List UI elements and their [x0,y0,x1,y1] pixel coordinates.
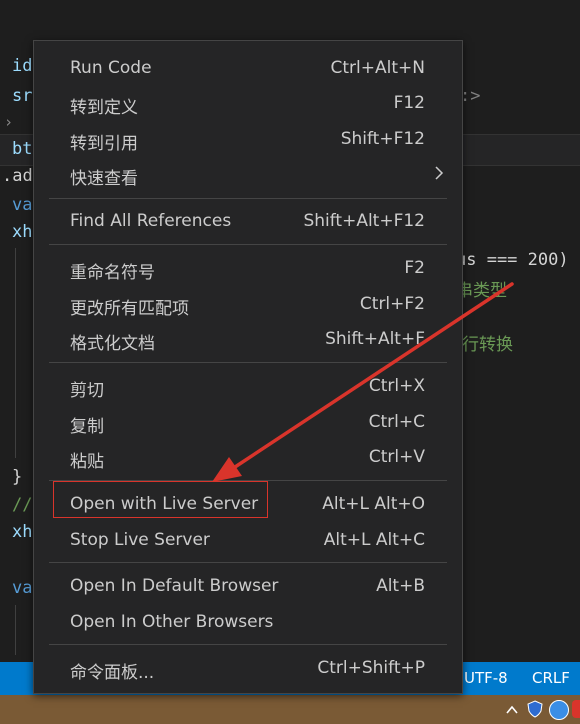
menu-item-label: Run Code [70,58,152,78]
status-encoding[interactable]: UTF-8 [464,662,508,695]
chevron-right-icon [435,166,444,180]
code-fragment: us === 200) [456,250,569,270]
menu-item-cut[interactable]: 剪切 Ctrl+X [34,369,462,403]
menu-item-run-code[interactable]: Run Code Ctrl+Alt+N [34,51,462,85]
menu-item-shortcut: Ctrl+X [368,376,425,396]
code-fragment: .ad [2,166,33,186]
menu-item-open-in-other-browsers[interactable]: Open In Other Browsers [34,605,462,639]
menu-separator [49,562,447,563]
menu-item-shortcut: Shift+Alt+F [325,329,425,349]
menu-item-find-all-references[interactable]: Find All References Shift+Alt+F12 [34,204,462,238]
chevron-up-icon[interactable] [506,705,518,715]
menu-item-rename-symbol[interactable]: 重命名符号 F2 [34,251,462,285]
menu-item-command-palette[interactable]: 命令面板... Ctrl+Shift+P [34,651,462,685]
menu-item-copy[interactable]: 复制 Ctrl+C [34,405,462,439]
menu-separator [49,644,447,645]
menu-item-shortcut: Ctrl+Alt+N [330,58,425,78]
menu-item-format-document[interactable]: 格式化文档 Shift+Alt+F [34,322,462,356]
menu-separator [49,198,447,199]
menu-item-label: 粘贴 [70,452,104,472]
code-fragment: :> [460,86,481,106]
os-taskbar [0,695,580,724]
menu-item-shortcut: Shift+F12 [340,129,425,149]
code-fragment: } [12,467,23,487]
code-fragment: va [12,195,33,215]
code-fragment: // [12,495,33,515]
menu-item-label: 转到定义 [70,98,138,118]
menu-item-open-in-default-browser[interactable]: Open In Default Browser Alt+B [34,569,462,603]
menu-item-label: 快速查看 [70,169,138,189]
menu-item-go-to-references[interactable]: 转到引用 Shift+F12 [34,122,462,156]
shield-icon[interactable] [526,700,544,718]
code-comment: 串类型 [456,281,507,301]
menu-item-go-to-definition[interactable]: 转到定义 F12 [34,86,462,120]
menu-item-shortcut: Alt+B [376,576,425,596]
menu-item-stop-live-server[interactable]: Stop Live Server Alt+L Alt+C [34,523,462,557]
menu-item-shortcut: Shift+Alt+F12 [303,211,425,231]
menu-item-change-all-occurrences[interactable]: 更改所有匹配项 Ctrl+F2 [34,287,462,321]
menu-item-shortcut: Ctrl+F2 [359,294,425,314]
browser-icon[interactable] [549,700,569,720]
menu-item-label: 命令面板... [70,663,155,683]
menu-item-shortcut: Ctrl+Shift+P [317,658,425,678]
menu-item-shortcut: Alt+L Alt+C [323,530,425,550]
menu-item-label: Open In Other Browsers [70,612,274,632]
chevron-right-icon[interactable]: › [4,113,13,131]
menu-item-shortcut: F2 [404,258,425,278]
menu-separator [49,362,447,363]
menu-item-label: Find All References [70,211,232,231]
indent-guide [15,248,16,458]
menu-separator [49,244,447,245]
code-fragment: xh [12,222,33,242]
app-icon[interactable] [572,700,580,718]
status-eol[interactable]: CRLF [532,662,570,695]
menu-item-label: 格式化文档 [70,334,155,354]
code-comment: 行转换 [462,335,513,355]
code-fragment: bt [12,139,33,159]
annotation-highlight-box [53,481,268,518]
code-fragment: xh [12,522,33,542]
menu-item-label: Stop Live Server [70,530,210,550]
code-fragment: va [12,578,33,598]
code-fragment: sr [12,86,33,106]
menu-item-shortcut: Ctrl+V [368,447,425,467]
menu-item-peek[interactable]: 快速查看 [34,157,462,191]
menu-item-shortcut: Ctrl+C [368,412,425,432]
menu-item-paste[interactable]: 粘贴 Ctrl+V [34,440,462,474]
menu-item-label: 重命名符号 [70,263,155,283]
menu-item-label: 更改所有匹配项 [70,299,189,319]
menu-item-label: 剪切 [70,381,104,401]
indent-guide [15,605,16,655]
menu-item-label: 复制 [70,417,104,437]
context-menu: Run Code Ctrl+Alt+N 转到定义 F12 转到引用 Shift+… [33,40,463,694]
code-fragment: id [12,56,33,76]
menu-item-shortcut: Alt+L Alt+O [322,494,425,514]
menu-item-label: Open In Default Browser [70,576,279,596]
menu-item-label: 转到引用 [70,134,138,154]
menu-item-shortcut: F12 [393,93,425,113]
